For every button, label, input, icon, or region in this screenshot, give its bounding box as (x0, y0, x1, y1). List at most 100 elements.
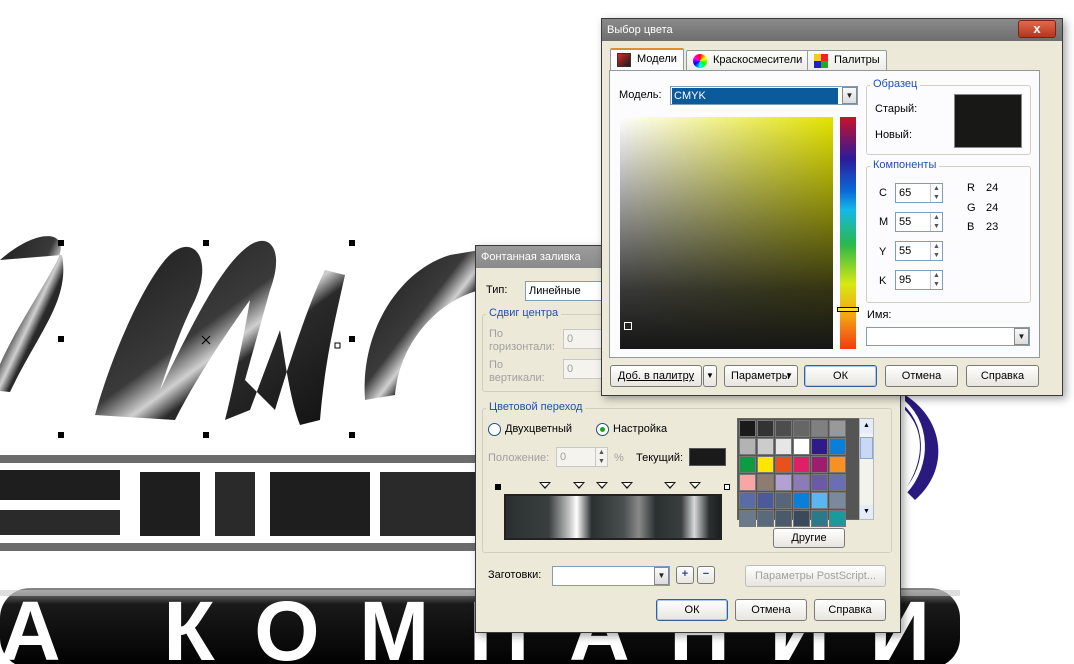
yellow-value: 55 (899, 245, 912, 257)
palette-swatch[interactable] (775, 456, 792, 473)
cyan-spinner[interactable]: ▲ ▼ (930, 184, 942, 202)
components-title: Компоненты (870, 159, 940, 171)
color-picker-titlebar[interactable]: Выбор цвета x (602, 19, 1062, 41)
vertical-offset-input[interactable]: 0 (563, 359, 603, 379)
model-select[interactable]: CMYK ▼ (670, 86, 858, 105)
ok-button[interactable]: ОК (804, 365, 877, 387)
palette-swatch[interactable] (829, 492, 846, 509)
gradient-stop-marker[interactable] (596, 482, 608, 489)
hue-slider[interactable] (837, 117, 859, 349)
close-button[interactable]: x (1018, 20, 1056, 38)
palette-swatch[interactable] (739, 438, 756, 455)
cyan-input[interactable]: 65 ▲ ▼ (895, 183, 943, 203)
parameters-button[interactable]: Параметры ▼ (724, 365, 798, 387)
palette-scroll-thumb[interactable] (860, 437, 873, 459)
palette-swatch[interactable] (793, 510, 810, 527)
palette-swatch[interactable] (775, 420, 792, 437)
palette-swatch[interactable] (811, 474, 828, 491)
add-to-palette-menu-arrow[interactable]: ▼ (703, 365, 717, 387)
palette-swatch[interactable] (757, 456, 774, 473)
palette-swatch[interactable] (793, 438, 810, 455)
cancel-button[interactable]: Отмена (885, 365, 958, 387)
palette-swatch[interactable] (829, 474, 846, 491)
add-preset-button[interactable]: + (676, 566, 694, 584)
palette-swatch[interactable] (829, 456, 846, 473)
palette-swatch[interactable] (793, 456, 810, 473)
palette-swatch[interactable] (811, 492, 828, 509)
fountain-help-button[interactable]: Справка (814, 599, 886, 621)
palette-swatch[interactable] (775, 492, 792, 509)
palette-swatch[interactable] (793, 474, 810, 491)
palette-swatch[interactable] (793, 420, 810, 437)
position-input[interactable]: 0 ▲ ▼ (556, 447, 608, 467)
palette-scroll-down[interactable]: ▼ (860, 505, 873, 519)
red-label: R (967, 182, 975, 194)
yellow-input[interactable]: 55 ▲ ▼ (895, 241, 943, 261)
add-to-palette-button[interactable]: Доб. в палитру (610, 365, 702, 387)
magenta-input[interactable]: 55 ▲ ▼ (895, 212, 943, 232)
gradient-stop-marker[interactable] (621, 482, 633, 489)
palette-swatch[interactable] (829, 420, 846, 437)
tab-models[interactable]: Модели (610, 48, 684, 71)
palette-swatch[interactable] (757, 420, 774, 437)
palette-swatch[interactable] (739, 420, 756, 437)
palette-swatch[interactable] (757, 510, 774, 527)
palette-swatch[interactable] (775, 474, 792, 491)
custom-label: Настройка (613, 423, 668, 435)
palette-swatch[interactable] (757, 438, 774, 455)
palette-swatch[interactable] (757, 492, 774, 509)
presets-select[interactable]: ▼ (552, 566, 670, 586)
gradient-start-handle[interactable] (495, 484, 501, 490)
palette-swatch[interactable] (811, 438, 828, 455)
fountain-ok-button[interactable]: ОК (656, 599, 728, 621)
palette-swatch[interactable] (757, 474, 774, 491)
gradient-stop-marker[interactable] (664, 482, 676, 489)
name-dropdown-arrow[interactable]: ▼ (1014, 328, 1029, 345)
presets-dropdown-arrow[interactable]: ▼ (654, 567, 669, 585)
color-field-2d[interactable] (620, 117, 833, 349)
name-select[interactable]: ▼ (866, 327, 1030, 346)
fountain-cancel-button[interactable]: Отмена (735, 599, 807, 621)
palette-swatch[interactable] (775, 438, 792, 455)
palette-scroll-up[interactable]: ▲ (860, 419, 873, 433)
yellow-spinner[interactable]: ▲ ▼ (930, 242, 942, 260)
palette-scrollbar[interactable]: ▲ ▼ (859, 418, 874, 520)
palette-swatch[interactable] (811, 510, 828, 527)
others-button[interactable]: Другие (773, 528, 845, 548)
two-color-radio[interactable] (488, 423, 501, 436)
remove-preset-button[interactable]: − (697, 566, 715, 584)
black-spinner[interactable]: ▲ ▼ (930, 271, 942, 289)
color-field-cursor[interactable] (624, 322, 632, 330)
gradient-stop-marker[interactable] (539, 482, 551, 489)
tab-palettes[interactable]: Палитры (807, 50, 887, 71)
hue-slider-thumb[interactable] (837, 307, 859, 312)
position-spinner[interactable]: ▲ ▼ (595, 448, 607, 466)
palette-swatch[interactable] (739, 510, 756, 527)
palette-swatches[interactable] (739, 420, 846, 527)
palette-swatch[interactable] (793, 492, 810, 509)
add-to-palette-label: Доб. в палитру (617, 370, 695, 382)
palette-swatch[interactable] (739, 492, 756, 509)
color-model-icon (617, 53, 631, 67)
horizontal-offset-input[interactable]: 0 (563, 329, 603, 349)
palette-swatch[interactable] (829, 438, 846, 455)
palette-swatch[interactable] (775, 510, 792, 527)
gradient-stop-marker[interactable] (573, 482, 585, 489)
postscript-options-button[interactable]: Параметры PostScript... (745, 565, 886, 587)
palette-swatch[interactable] (739, 456, 756, 473)
model-dropdown-arrow[interactable]: ▼ (842, 87, 857, 104)
magenta-spinner[interactable]: ▲ ▼ (930, 213, 942, 231)
gradient-preview-bar[interactable] (504, 494, 722, 540)
two-color-label: Двухцветный (505, 423, 572, 435)
custom-radio[interactable] (596, 423, 609, 436)
black-input[interactable]: 95 ▲ ▼ (895, 270, 943, 290)
palette-swatch[interactable] (811, 456, 828, 473)
palette-swatch[interactable] (829, 510, 846, 527)
help-button[interactable]: Справка (966, 365, 1039, 387)
palette-swatch[interactable] (811, 420, 828, 437)
tab-mixers[interactable]: Краскосмесители (686, 50, 810, 71)
current-color-swatch[interactable] (689, 448, 726, 466)
gradient-stop-marker[interactable] (689, 482, 701, 489)
gradient-end-handle[interactable] (724, 484, 730, 490)
palette-swatch[interactable] (739, 474, 756, 491)
